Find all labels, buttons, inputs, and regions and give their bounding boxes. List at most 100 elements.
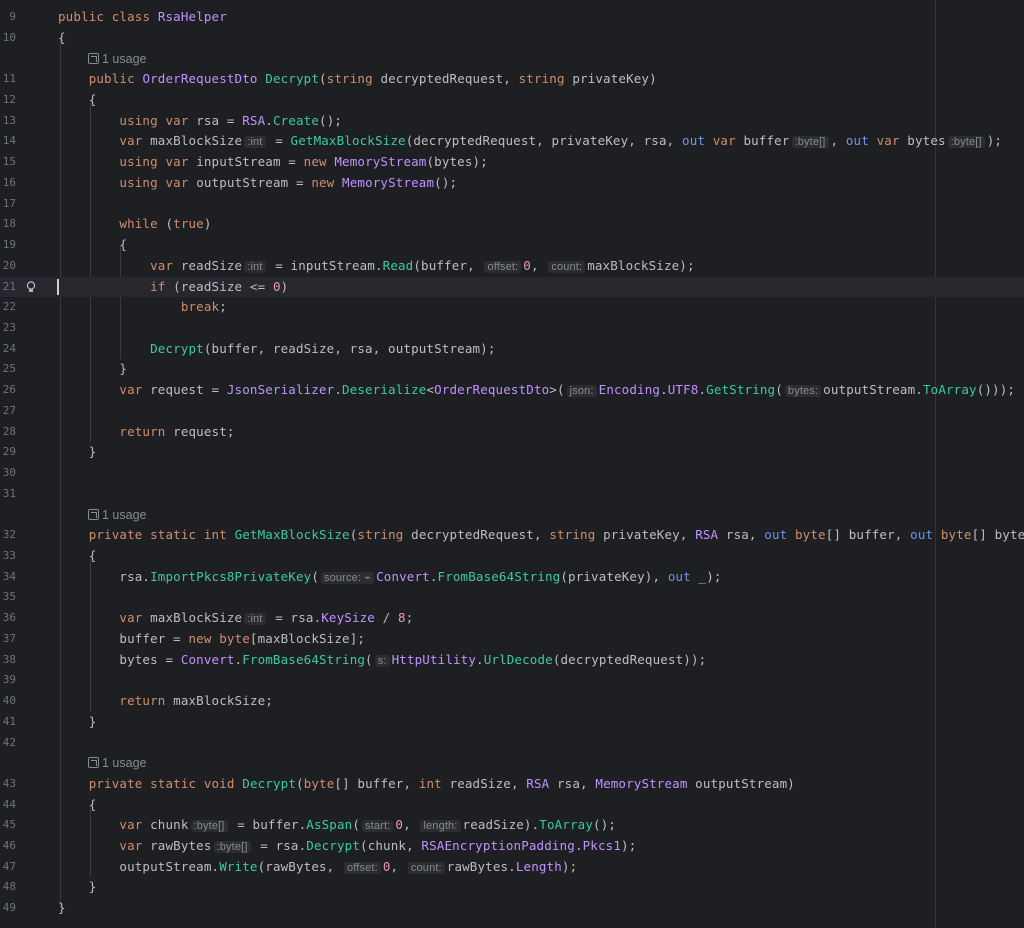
code-lens-row[interactable]: 1 usage <box>0 753 1024 773</box>
code-token: ())); <box>976 382 1016 397</box>
code-token: [] buffer, <box>825 527 911 542</box>
code-line[interactable]: 21 if (readSize <= 0) <box>0 277 1024 297</box>
code-line[interactable]: 43 private static void Decrypt(byte[] bu… <box>0 774 1024 794</box>
code-text[interactable]: var rawBytes:byte[] = rsa.Decrypt(chunk,… <box>58 836 636 857</box>
code-line[interactable]: 34 rsa.ImportPkcs8PrivateKey(source: ⌁ Co… <box>0 567 1024 587</box>
code-line[interactable]: 30 <box>0 463 1024 483</box>
code-line[interactable]: 37 buffer = new byte[maxBlockSize]; <box>0 629 1024 649</box>
code-line[interactable]: 14 var maxBlockSize:int = GetMaxBlockSiz… <box>0 131 1024 151</box>
code-line[interactable]: 28 return request; <box>0 422 1024 442</box>
code-line[interactable]: 26 var request = JsonSerializer.Deserial… <box>0 380 1024 400</box>
code-line[interactable]: 27 <box>0 401 1024 421</box>
inlay-hint: length: <box>420 820 461 832</box>
code-text[interactable]: using var inputStream = new MemoryStream… <box>58 152 488 172</box>
code-line[interactable]: 25 } <box>0 359 1024 379</box>
code-text[interactable]: private static void Decrypt(byte[] buffe… <box>58 774 795 794</box>
code-line[interactable]: 45 var chunk:byte[] = buffer.AsSpan(star… <box>0 815 1024 835</box>
code-line[interactable]: 47 outputStream.Write(rawBytes, offset: 0… <box>0 857 1024 877</box>
line-number: 11 <box>2 72 16 85</box>
code-line[interactable]: 22 break; <box>0 297 1024 317</box>
code-line[interactable]: 32 private static int GetMaxBlockSize(st… <box>0 525 1024 545</box>
code-line[interactable]: 33 { <box>0 546 1024 566</box>
code-line[interactable]: 12 { <box>0 90 1024 110</box>
code-line[interactable]: 15 using var inputStream = new MemoryStr… <box>0 152 1024 172</box>
code-text[interactable]: { <box>58 795 97 815</box>
code-line[interactable]: 39 <box>0 670 1024 690</box>
code-line[interactable]: 41 } <box>0 712 1024 732</box>
code-text[interactable]: } <box>58 877 97 897</box>
code-token: using <box>119 113 158 128</box>
code-text[interactable]: Decrypt(buffer, readSize, rsa, outputStr… <box>58 339 496 359</box>
code-text[interactable]: buffer = new byte[maxBlockSize]; <box>58 629 365 649</box>
code-line[interactable]: 44 { <box>0 795 1024 815</box>
code-line[interactable]: 46 var rawBytes:byte[] = rsa.Decrypt(chu… <box>0 836 1024 856</box>
line-number: 14 <box>2 134 16 147</box>
code-text[interactable]: { <box>58 90 97 110</box>
code-line[interactable]: 13 using var rsa = RSA.Create(); <box>0 111 1024 131</box>
usages-link[interactable]: 1 usage <box>88 753 146 773</box>
code-text[interactable]: return maxBlockSize; <box>58 691 273 711</box>
code-line[interactable]: 42 <box>0 733 1024 753</box>
code-text[interactable]: if (readSize <= 0) <box>58 277 288 297</box>
code-line[interactable]: 16 using var outputStream = new MemorySt… <box>0 173 1024 193</box>
code-text[interactable]: rsa.ImportPkcs8PrivateKey(source: ⌁ Conve… <box>58 567 722 588</box>
code-lens-row[interactable]: 1 usage <box>0 505 1024 525</box>
usages-link[interactable]: 1 usage <box>88 49 146 69</box>
code-line[interactable]: 49} <box>0 898 1024 918</box>
code-text[interactable]: var maxBlockSize:int = rsa.KeySize / 8; <box>58 608 413 629</box>
usages-link[interactable]: 1 usage <box>88 505 146 525</box>
code-text[interactable]: } <box>58 359 127 379</box>
lightbulb-icon[interactable] <box>24 280 38 294</box>
code-token: FromBase64String <box>437 569 561 584</box>
code-line[interactable]: 40 return maxBlockSize; <box>0 691 1024 711</box>
code-line[interactable]: 24 Decrypt(buffer, readSize, rsa, output… <box>0 339 1024 359</box>
line-number: 33 <box>2 549 16 562</box>
code-text[interactable]: } <box>58 712 97 732</box>
code-line[interactable]: 48 } <box>0 877 1024 897</box>
code-text[interactable]: using var rsa = RSA.Create(); <box>58 111 342 131</box>
code-token: static <box>150 776 197 791</box>
code-line[interactable]: 17 <box>0 194 1024 214</box>
code-line[interactable]: 35 <box>0 587 1024 607</box>
code-text[interactable]: { <box>58 546 97 566</box>
code-text[interactable]: var request = JsonSerializer.Deserialize… <box>58 380 1015 401</box>
code-token: = inputStream. <box>267 258 383 273</box>
code-line[interactable]: 23 <box>0 318 1024 338</box>
code-text[interactable]: outputStream.Write(rawBytes, offset: 0, c… <box>58 857 577 878</box>
code-line[interactable]: 31 <box>0 484 1024 504</box>
code-text[interactable]: var readSize:int = inputStream.Read(buff… <box>58 256 695 277</box>
code-text[interactable]: return request; <box>58 422 235 442</box>
code-line[interactable]: 36 var maxBlockSize:int = rsa.KeySize / … <box>0 608 1024 628</box>
code-editor[interactable]: 9 public class RsaHelper 10 {1 usage 11 publ… <box>0 0 1024 928</box>
code-line[interactable]: 9 public class RsaHelper <box>0 7 1024 27</box>
code-line[interactable]: 10 { <box>0 28 1024 48</box>
code-line[interactable]: 20 var readSize:int = inputStream.Read(b… <box>0 256 1024 276</box>
code-text[interactable]: } <box>58 898 66 918</box>
code-text[interactable]: { <box>58 235 127 255</box>
code-text[interactable]: public OrderRequestDto Decrypt(string de… <box>58 69 657 89</box>
code-text[interactable]: var maxBlockSize:int = GetMaxBlockSize(d… <box>58 131 1002 152</box>
code-text[interactable]: public class RsaHelper <box>58 7 227 27</box>
code-text[interactable]: private static int GetMaxBlockSize(strin… <box>58 525 1024 545</box>
code-token: chunk <box>142 817 189 832</box>
code-token: . <box>476 652 484 667</box>
code-text[interactable]: } <box>58 442 97 462</box>
code-text[interactable]: bytes = Convert. FromBase64String(s: HttpU… <box>58 650 706 671</box>
code-text[interactable]: break; <box>58 297 227 317</box>
line-number: 29 <box>2 445 16 458</box>
code-line[interactable]: 11 public OrderRequestDto Decrypt(string… <box>0 69 1024 89</box>
code-lens-row[interactable]: 1 usage <box>0 49 1024 69</box>
code-token: string <box>518 71 565 86</box>
code-line[interactable]: 29 } <box>0 442 1024 462</box>
code-text[interactable]: { <box>58 28 66 48</box>
code-line[interactable]: 19 { <box>0 235 1024 255</box>
code-token: = <box>267 133 291 148</box>
code-token: . <box>698 382 707 397</box>
code-token: { <box>58 92 97 107</box>
code-line[interactable]: 38 bytes = Convert. FromBase64String(s: Ht… <box>0 650 1024 670</box>
code-line[interactable]: 18 while (true) <box>0 214 1024 234</box>
code-text[interactable]: var chunk:byte[] = buffer.AsSpan(start: 0… <box>58 815 616 836</box>
code-text[interactable]: using var outputStream = new MemoryStrea… <box>58 173 457 193</box>
code-text[interactable]: while (true) <box>58 214 212 234</box>
